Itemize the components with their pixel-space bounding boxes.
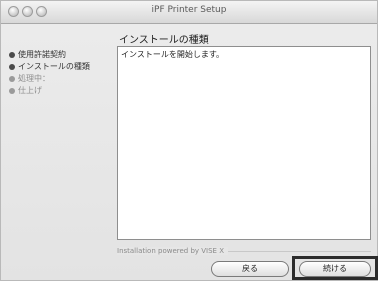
step-bullet-icon [9,75,15,82]
continue-button[interactable]: 続ける [299,261,371,277]
step-bullet-icon [9,87,15,94]
back-button[interactable]: 戻る [211,261,289,277]
content-message: インストールを開始します。 [121,50,225,59]
step-bullet-icon [9,51,15,58]
step-label: 仕上げ [18,86,42,95]
step-label: インストールの種類 [18,62,90,71]
powered-by-text: Installation powered by VISE X [117,247,229,255]
installer-window: iPF Printer Setup インストールの種類 使用許諾契約 インストー… [0,0,378,281]
page-heading: インストールの種類 [119,35,209,46]
title-bar: iPF Printer Setup [1,1,377,24]
step-bullet-icon [9,63,15,70]
step-label: 使用許諾契約 [18,50,66,59]
installer-steps: 使用許諾契約 インストールの種類 処理中： 仕上げ [9,49,109,97]
step-license: 使用許諾契約 [9,49,109,60]
step-label: 処理中： [18,74,50,83]
step-finish: 仕上げ [9,85,109,96]
step-processing: 処理中： [9,73,109,84]
step-install-type: インストールの種類 [9,61,109,72]
window-title: iPF Printer Setup [151,5,227,15]
content-panel: インストールを開始します。 [117,46,371,240]
